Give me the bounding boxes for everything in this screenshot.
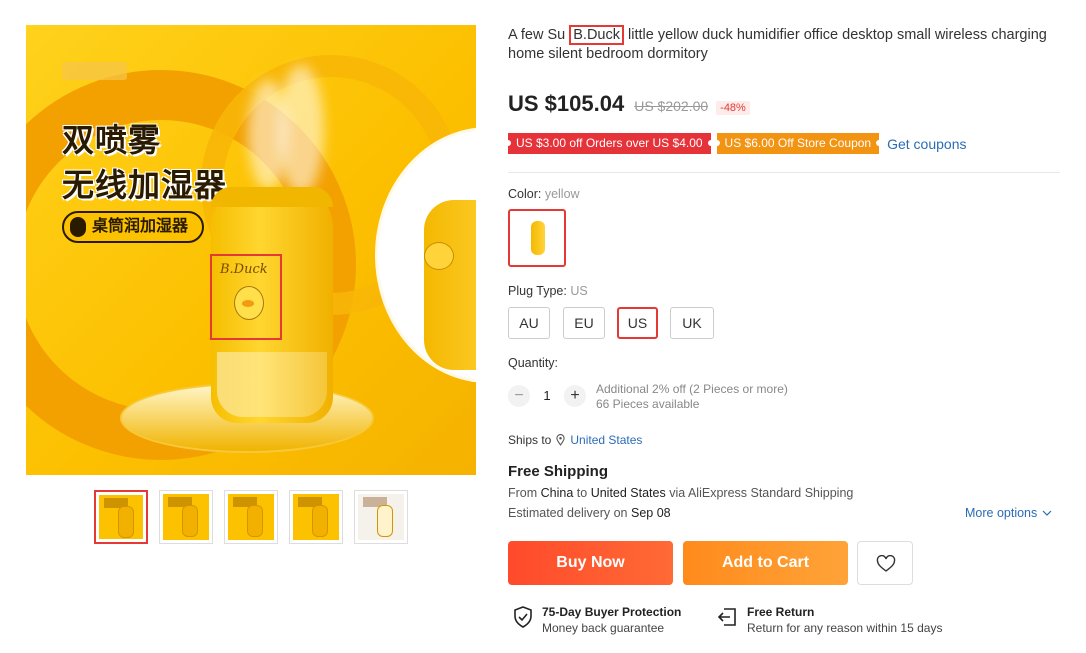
free-shipping-title: Free Shipping (508, 463, 609, 480)
shield-check-icon (514, 606, 532, 628)
plug-label-text: Plug Type: (508, 284, 567, 298)
thumbnail-2[interactable] (159, 490, 213, 544)
ships-to-location[interactable]: United States (570, 433, 642, 447)
device-brand-text: B.Duck (220, 262, 268, 277)
color-label-text: Color: (508, 187, 542, 201)
color-label: Color: yellow (508, 187, 580, 201)
plug-option-au[interactable]: AU (508, 307, 550, 339)
coupon-orders-over[interactable]: US $3.00 off Orders over US $4.00 (505, 133, 714, 154)
est-date: Sep 08 (630, 506, 671, 520)
quantity-value[interactable]: 1 (539, 388, 555, 403)
plug-type-label: Plug Type: US (508, 284, 588, 298)
title-brand-highlight: B.Duck (569, 25, 625, 45)
to-word: to (573, 486, 591, 500)
thumbnail-4[interactable] (289, 490, 343, 544)
free-return: Free Return Return for any reason within… (715, 605, 942, 636)
color-value: yellow (544, 187, 580, 201)
promo-headline-1: 双喷雾 (62, 122, 162, 158)
original-price: US $202.00 (634, 98, 709, 114)
title-prefix: A few Su (508, 27, 570, 43)
plug-option-us[interactable]: US (617, 307, 658, 339)
product-title: A few Su B.Duck little yellow duck humid… (508, 25, 1063, 64)
shipping-method: via AliExpress Standard Shipping (665, 486, 854, 500)
wishlist-button[interactable] (857, 541, 913, 585)
mist-right (278, 65, 324, 195)
protection-subtitle: Money back guarantee (542, 621, 665, 635)
protection-title: 75-Day Buyer Protection (542, 605, 682, 619)
buy-now-button[interactable]: Buy Now (508, 541, 673, 585)
blurred-logo (62, 62, 127, 80)
swatch-image (531, 221, 545, 255)
inset-product (424, 200, 476, 370)
promo-pill: 桌筒润加湿器 (62, 211, 205, 243)
pieces-available: 66 Pieces available (596, 397, 700, 411)
current-price: US $105.04 (508, 91, 625, 116)
duck-beak (242, 300, 254, 307)
buyer-protection: 75-Day Buyer Protection Money back guara… (512, 605, 681, 636)
add-to-cart-button[interactable]: Add to Cart (683, 541, 848, 585)
quantity-plus-button[interactable]: + (564, 385, 586, 407)
thumbnail-5[interactable] (354, 490, 408, 544)
discount-badge: -48% (716, 101, 750, 115)
est-prefix: Estimated delivery on (508, 506, 631, 520)
divider (508, 172, 1060, 173)
coupon-row: US $3.00 off Orders over US $4.00 US $6.… (505, 133, 966, 154)
thumbnail-1[interactable] (94, 490, 148, 544)
return-title: Free Return (747, 605, 815, 619)
from-country: China (540, 486, 574, 500)
estimated-delivery: Estimated delivery on Sep 08 (508, 506, 671, 520)
color-option-yellow[interactable] (508, 209, 566, 267)
plug-option-eu[interactable]: EU (563, 307, 605, 339)
get-coupons-link[interactable]: Get coupons (887, 136, 966, 152)
shipping-route: From China to United States via AliExpre… (508, 486, 853, 500)
more-options-text: More options (965, 506, 1038, 520)
plug-option-uk[interactable]: UK (670, 307, 714, 339)
device-tank (217, 352, 327, 417)
quantity-label: Quantity: (508, 356, 559, 370)
main-product-image[interactable]: 双喷雾 无线加湿器 桌筒润加湿器 B.Duck (26, 25, 476, 475)
ships-to-label: Ships to (508, 433, 552, 447)
chevron-down-icon (1042, 510, 1052, 516)
price-row: US $105.04 US $202.00 -48% (508, 91, 750, 117)
plug-value: US (570, 284, 588, 298)
bulk-discount-note: Additional 2% off (2 Pieces or more) (596, 382, 788, 396)
quantity-info: Additional 2% off (2 Pieces or more) 66 … (596, 382, 788, 412)
return-icon (717, 608, 736, 626)
from-prefix: From (508, 486, 541, 500)
heart-icon (876, 555, 896, 572)
more-options-link[interactable]: More options (965, 506, 1052, 520)
ships-to: Ships to United States (508, 433, 642, 447)
device-cap (211, 187, 333, 207)
promo-headline-2: 无线加湿器 (62, 167, 228, 203)
return-subtitle: Return for any reason within 15 days (747, 621, 943, 635)
thumbnail-3[interactable] (224, 490, 278, 544)
duck-logo-highlight: B.Duck (210, 254, 282, 340)
to-country: United States (590, 486, 666, 500)
coupon-store[interactable]: US $6.00 Off Store Coupon (713, 133, 882, 154)
inset-duck-head (424, 242, 454, 270)
quantity-minus-button[interactable]: − (508, 385, 530, 407)
location-pin-icon (556, 434, 565, 446)
